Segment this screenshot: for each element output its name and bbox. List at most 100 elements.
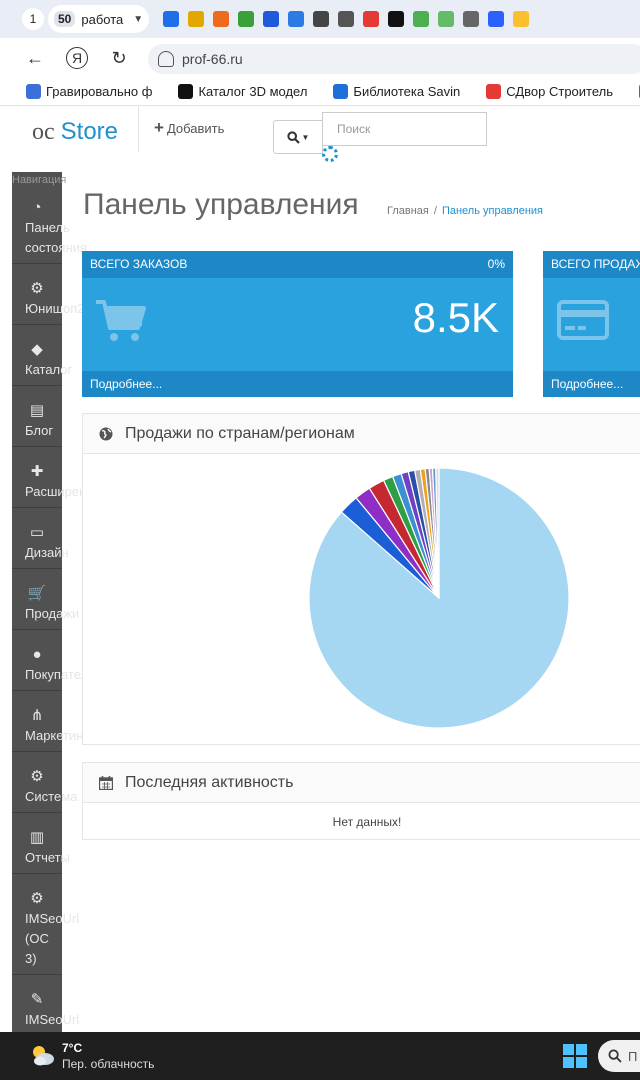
search-icon (286, 130, 300, 144)
gear-icon: ⚙ (30, 768, 44, 785)
sidebar-item-label-line: Дизайн (25, 545, 69, 560)
bookmark-item[interactable]: Библиотека Savin (333, 84, 460, 99)
sidebar-item[interactable]: ✎ IMSeoUrl (12, 976, 79, 1036)
tile-more-link[interactable]: Подробнее... (82, 371, 513, 397)
sidebar-item[interactable]: ⚙ Юнишоп2 (12, 265, 85, 325)
tile-header: ВСЕГО ЗАКАЗОВ 0% (82, 251, 513, 278)
pinned-tab-favicon-icon[interactable] (363, 11, 380, 27)
sidebar-item[interactable]: ◆ Каталог (12, 326, 72, 386)
sidebar-item[interactable]: ● Покупатели (12, 631, 95, 691)
bookmark-item[interactable]: Гравировально ф (26, 84, 152, 99)
gears-icon: ⚙ (30, 280, 44, 297)
pinned-tab-favicon-icon[interactable] (388, 11, 405, 27)
sales-pie-chart[interactable] (83, 454, 640, 744)
browser-tab-strip: 1 50 работа ▼ (0, 0, 640, 38)
pinned-tab-favicon-icon[interactable] (438, 11, 455, 27)
sidebar-item-label-line: (OC (25, 931, 49, 946)
tile-title: ВСЕГО ЗАКАЗОВ (90, 257, 188, 271)
url-field[interactable]: prof-66.ru (148, 44, 640, 74)
globe-icon (99, 427, 113, 440)
sidebar-item-label-line: Панель (25, 220, 70, 235)
pinned-tabs (163, 11, 530, 27)
sidebar-item-label: Маркетинг (25, 726, 88, 746)
sidebar-item-label: IMSeoUrl (OC 3) (25, 909, 79, 969)
book-icon: ▤ (29, 402, 45, 419)
pinned-tab-favicon-icon[interactable] (488, 11, 505, 27)
weather-partly-cloudy-icon[interactable] (30, 1042, 56, 1068)
weather-temperature[interactable]: 7°C (62, 1041, 82, 1055)
tile-total-sales: ВСЕГО ПРОДАЖ Подробнее... (543, 251, 640, 397)
plus-icon: + (154, 118, 164, 137)
pinned-tab-favicon-icon[interactable] (188, 11, 205, 27)
bookmarks-bar: Гравировально ф Каталог 3D модел Библиотек… (0, 78, 640, 106)
sidebar-item[interactable]: ⚙ Система (12, 753, 77, 813)
pencil-icon: ✎ (30, 991, 44, 1008)
bookmark-favicon-icon (178, 84, 194, 99)
bookmark-item[interactable]: СДвор Строитель (486, 84, 613, 99)
breadcrumb-home[interactable]: Главная (387, 205, 429, 217)
sidebar-item[interactable]: ⚙ IMSeoUrl (OC 3) (12, 875, 79, 975)
tab-group-name: работа (81, 11, 124, 27)
sidebar-item[interactable]: ✚ Расширения (12, 448, 101, 508)
sidebar-item[interactable]: ▭ Дизайн (12, 509, 69, 569)
sidebar-item-label-line: IMSeoUrl (25, 1012, 80, 1027)
search-dropdown-button[interactable]: ▼ (273, 120, 323, 154)
tab-number-badge[interactable]: 1 (22, 8, 44, 30)
sidebar-item-label: Система (25, 787, 77, 807)
sidebar-item-label: Каталог (25, 360, 72, 380)
windows-start-icon[interactable] (563, 1044, 587, 1068)
tile-header: ВСЕГО ПРОДАЖ (543, 251, 640, 278)
bar-chart-icon: ▥ (29, 829, 45, 846)
panel-title: Последняя активность (125, 773, 294, 791)
panel-title: Продажи по странам/регионам (125, 424, 355, 442)
bookmark-favicon-icon (486, 84, 502, 99)
sidebar-item-label: Блог (25, 421, 53, 441)
search-input[interactable]: Поиск (322, 112, 487, 146)
sidebar-item[interactable]: ◔ Панель состояния (12, 184, 87, 264)
calendar-icon (99, 775, 113, 790)
pinned-tab-favicon-icon[interactable] (338, 11, 355, 27)
bookmark-favicon-icon (333, 84, 349, 99)
loading-spinner-icon (322, 146, 338, 162)
bookmark-label: Каталог 3D модел (198, 84, 308, 99)
sidebar-item-label-line: Система (25, 789, 78, 804)
sidebar-item-label-line: Отчеты (25, 850, 70, 865)
pinned-tab-favicon-icon[interactable] (288, 11, 305, 27)
pinned-tab-favicon-icon[interactable] (463, 11, 480, 27)
reload-icon[interactable]: ↻ (106, 45, 132, 71)
pinned-tab-favicon-icon[interactable] (313, 11, 330, 27)
pinned-tab-favicon-icon[interactable] (163, 11, 180, 27)
weather-condition[interactable]: Пер. облачность (62, 1057, 154, 1071)
tab-group[interactable]: 50 работа ▼ (48, 5, 150, 33)
ocstore-logo[interactable]: oc Store (32, 118, 118, 146)
tab-group-count: 50 (54, 11, 76, 27)
back-arrow-icon[interactable]: ← (22, 45, 48, 71)
sales-by-region-panel: Продажи по странам/регионам (82, 413, 640, 745)
pinned-tab-favicon-icon[interactable] (413, 11, 430, 27)
site-info-icon[interactable] (158, 51, 174, 67)
pinned-tab-favicon-icon[interactable] (513, 11, 530, 27)
sidebar-item[interactable]: 🛒 Продажи (12, 570, 79, 630)
sidebar-item-label-line: Продажи (25, 606, 80, 621)
sidebar-item[interactable]: ▤ Блог (12, 387, 62, 447)
sidebar-item[interactable]: ▥ Отчеты (12, 814, 70, 874)
sidebar-item-label: Юнишоп2 (25, 299, 85, 319)
pinned-tab-favicon-icon[interactable] (263, 11, 280, 27)
tile-more-link[interactable]: Подробнее... (543, 371, 640, 397)
add-button[interactable]: + Добавить (154, 118, 224, 138)
breadcrumb-current[interactable]: Панель управления (442, 205, 543, 217)
bookmark-item[interactable]: Каталог 3D модел (178, 84, 307, 99)
bookmark-favicon-icon (26, 84, 41, 99)
taskbar-search[interactable]: П (598, 1040, 640, 1072)
pinned-tab-favicon-icon[interactable] (238, 11, 255, 27)
pinned-tab-favicon-icon[interactable] (213, 11, 230, 27)
sidebar-item-label-line: 3) (25, 951, 37, 966)
tile-total-orders: ВСЕГО ЗАКАЗОВ 0% 8.5K Подробнее... (82, 251, 513, 397)
cart-icon: 🛒 (27, 585, 47, 602)
panel-heading: Последняя активность (83, 763, 640, 803)
sidebar-item[interactable]: ⋔ Маркетинг (12, 692, 88, 752)
sidebar-nav: ◔ Панель состояния ⚙ Юнишоп2 ◆ Каталог ▤ Блог ✚ Ра… (12, 172, 101, 1036)
sidebar-item-label-line: состояния (25, 240, 87, 255)
credit-card-icon (557, 300, 609, 340)
yandex-icon[interactable]: Я (66, 47, 88, 69)
